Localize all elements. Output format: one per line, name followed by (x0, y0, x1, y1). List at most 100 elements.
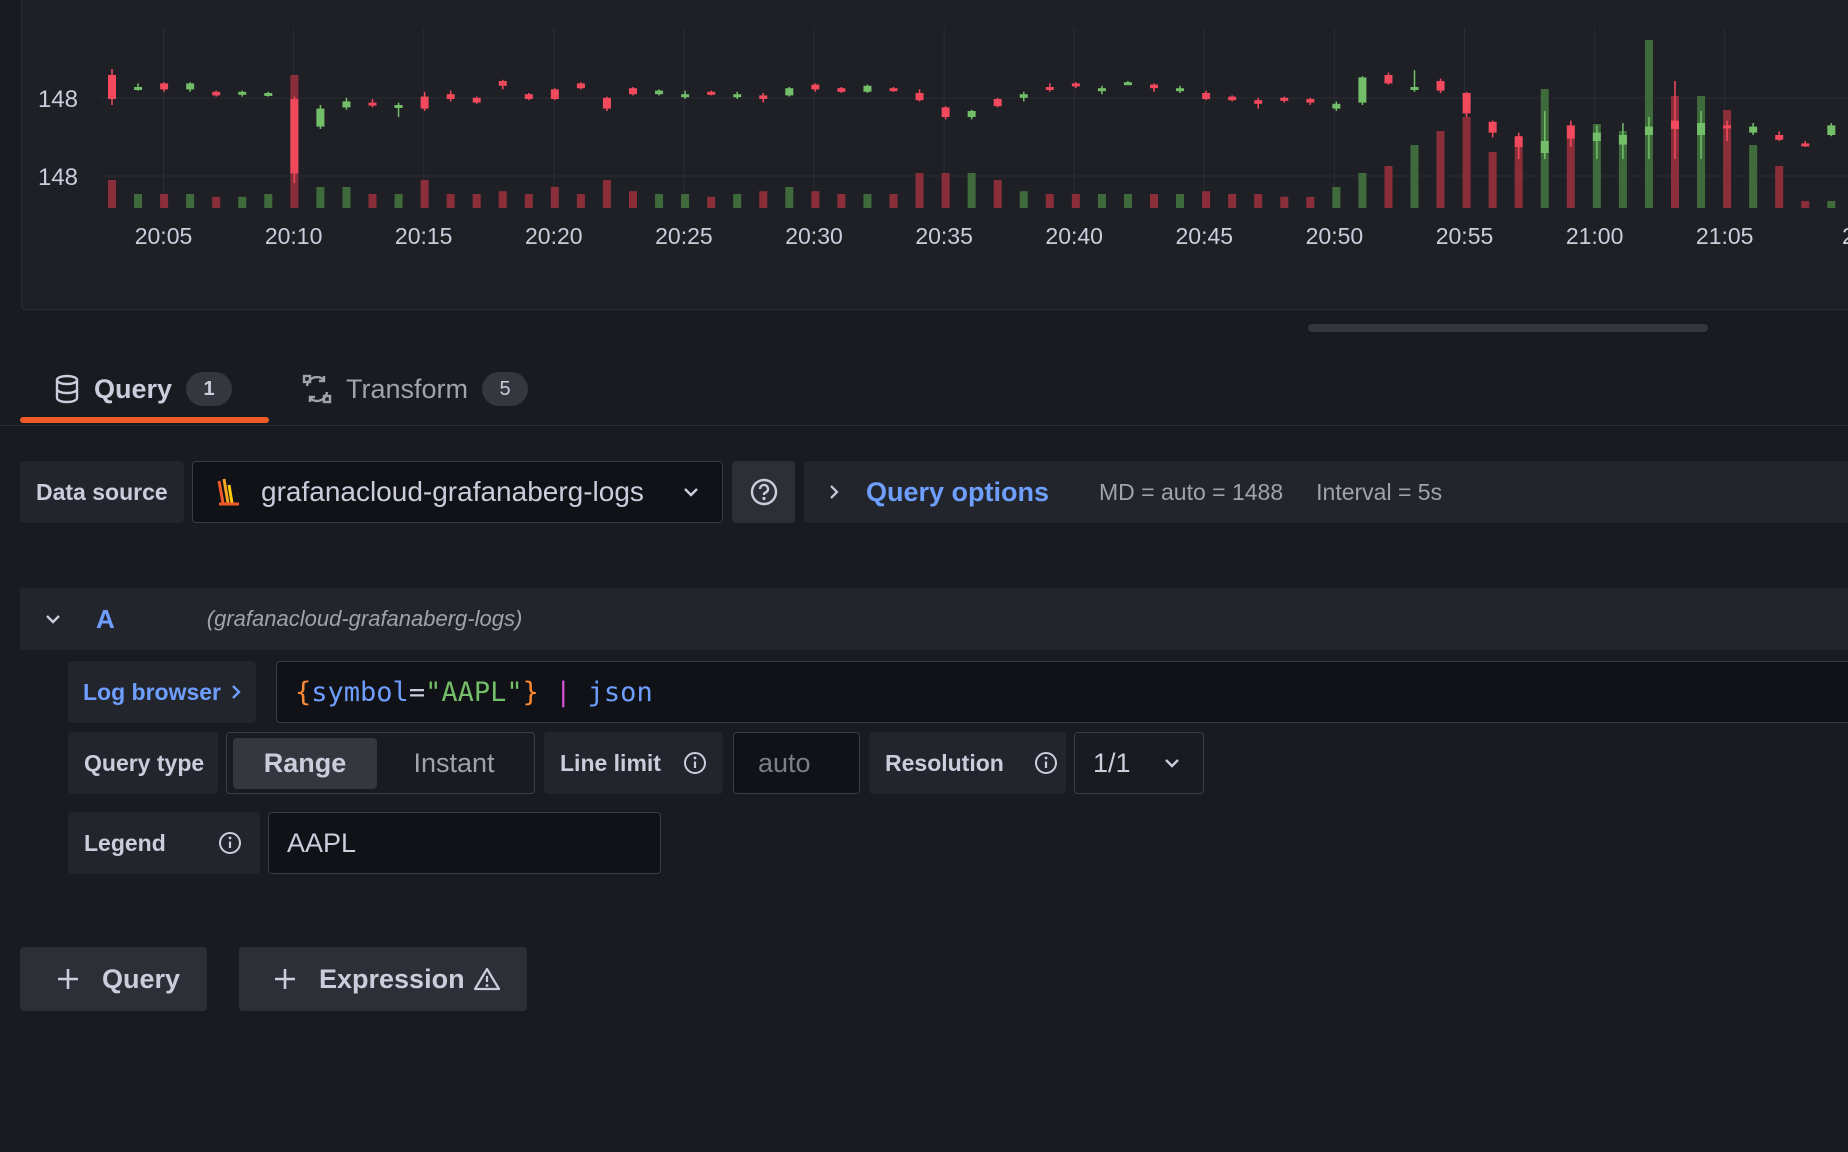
candle-body (446, 94, 455, 99)
candle-body (733, 94, 742, 98)
tab-transform-label: Transform (346, 373, 469, 404)
volume-bar (837, 194, 846, 208)
candle-body (290, 99, 299, 174)
candle-body (889, 88, 898, 92)
volume-bar (550, 187, 559, 208)
volume-bar (446, 194, 455, 208)
candle-body (1618, 135, 1627, 145)
candle-body (1332, 103, 1341, 109)
info-icon[interactable] (218, 831, 242, 855)
legend-input[interactable]: AAPL (268, 812, 661, 874)
info-icon[interactable] (683, 751, 707, 775)
datasource-help-button[interactable] (732, 461, 795, 523)
candle-body (420, 96, 429, 109)
candle-body (576, 83, 585, 89)
query-type-radio-group: Range Instant (226, 732, 535, 794)
candle-body (681, 94, 690, 98)
candle-body (1592, 132, 1601, 141)
log-browser-label: Log browser (82, 678, 221, 705)
x-tick-label: 20:05 (135, 223, 193, 249)
info-icon[interactable] (1034, 751, 1058, 775)
candle-body (1176, 88, 1185, 92)
tab-query[interactable]: Query 1 (54, 366, 233, 412)
volume-bar (1254, 194, 1263, 208)
log-browser-button[interactable]: Log browser (68, 661, 256, 723)
datasource-picker[interactable]: grafanacloud-grafanaberg-logs (192, 461, 723, 523)
volume-bar (1566, 138, 1575, 208)
query-options-label[interactable]: Query options (866, 477, 1049, 508)
add-query-button[interactable]: Query (20, 947, 207, 1011)
volume-bar (759, 191, 768, 208)
volume-bar (316, 187, 325, 208)
x-tick-label: 20:20 (525, 223, 583, 249)
volume-bar (1123, 194, 1132, 208)
candle-body (1045, 87, 1054, 90)
candle-body (1462, 93, 1471, 114)
candle-body (967, 111, 976, 117)
volume-bar (1332, 187, 1341, 208)
plus-icon (273, 967, 297, 991)
candle-body (108, 75, 116, 99)
volume-bar (238, 196, 247, 208)
line-limit-label-box: Line limit (544, 732, 723, 794)
volume-bar (1202, 191, 1211, 208)
query-expression-editor[interactable]: {symbol = "AAPL"} | json (276, 661, 1848, 723)
volume-bar (1358, 173, 1367, 208)
candlestick-chart: 148 148 20:05 20:10 20:15 20:20 20:25 20:30 20:3… (38, 28, 1848, 249)
volume-bar (889, 194, 898, 208)
y-tick-label: 148 (38, 164, 78, 191)
candle-body (160, 83, 169, 90)
datasource-selected: grafanacloud-grafanaberg-logs (261, 476, 644, 507)
candle-body (1697, 123, 1706, 135)
candle-body (993, 99, 1002, 107)
volume-bar (420, 180, 429, 208)
volume-bar (629, 191, 637, 208)
code-token: "AAPL" (425, 676, 523, 708)
volume-bar (681, 194, 690, 208)
x-tick-label: 20:25 (655, 223, 713, 249)
collapse-chevron-icon[interactable] (44, 613, 62, 625)
help-icon (749, 477, 779, 507)
candle-body (1150, 84, 1158, 89)
tabs-divider (0, 425, 1848, 426)
query-row-header[interactable]: A (grafanacloud-grafanaberg-logs) (20, 588, 1848, 650)
volume-bar (134, 194, 143, 208)
resolution-select[interactable]: 1/1 (1074, 732, 1204, 794)
query-options-interval: Interval = 5s (1316, 478, 1443, 505)
horizontal-scrollbar[interactable] (1308, 324, 1708, 332)
volume-bar (1306, 196, 1315, 208)
candle-body (707, 91, 716, 95)
candle-body (602, 97, 611, 109)
volume-bar (993, 180, 1002, 208)
volume-bar (785, 187, 794, 208)
query-type-range[interactable]: Range (233, 738, 377, 789)
volume-bar (472, 194, 481, 208)
candle-body (785, 88, 794, 96)
volume-bar (1384, 166, 1393, 208)
candle-body (1827, 125, 1836, 135)
tab-transform[interactable]: Transform 5 (302, 366, 529, 412)
query-type-instant[interactable]: Instant (381, 738, 527, 789)
volume-bar (1749, 145, 1758, 208)
volume-bar (1436, 131, 1445, 208)
x-tick-label: 20:45 (1176, 223, 1234, 249)
query-options-row[interactable]: Query options MD = auto = 1488 Interval … (804, 461, 1848, 523)
volume-bar (602, 180, 611, 208)
resolution-value: 1/1 (1093, 747, 1131, 778)
candle-body (498, 81, 507, 86)
chevron-right-icon (231, 684, 241, 700)
y-tick-label: 148 (38, 86, 78, 113)
candle-body (1488, 121, 1497, 133)
line-limit-label: Line limit (560, 749, 661, 776)
volume-bar (1801, 201, 1810, 208)
candle-body (1436, 81, 1445, 91)
query-ref-id[interactable]: A (96, 604, 115, 635)
volume-bar (941, 173, 950, 208)
legend-label: Legend (84, 829, 166, 856)
add-expression-button[interactable]: Expression (239, 947, 527, 1011)
line-limit-input[interactable]: auto (733, 732, 860, 794)
tab-query-count: 1 (186, 372, 233, 406)
candle-body (1723, 125, 1732, 129)
volume-bar (863, 194, 872, 208)
query-datasource-hint: (grafanacloud-grafanaberg-logs) (206, 606, 523, 631)
